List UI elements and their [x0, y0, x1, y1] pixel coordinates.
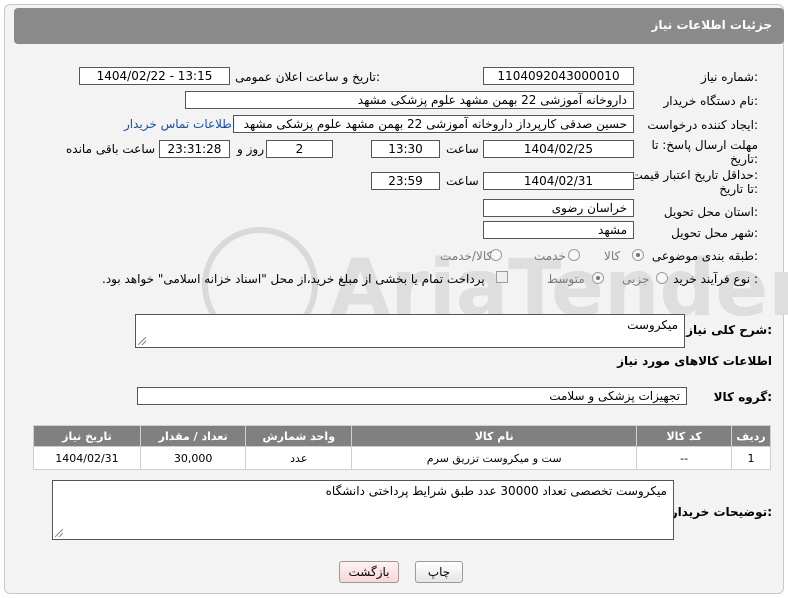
goods-section-title: اطلاعات کالاهای مورد نیاز — [617, 354, 772, 368]
purchase-radio-medium[interactable] — [592, 272, 604, 284]
need-number-label: شماره نیاز: — [700, 70, 758, 84]
cell-row: 1 — [731, 446, 771, 470]
reply-deadline-label-2: تاریخ: — [730, 152, 758, 166]
purchase-option-minor: جزیی — [622, 272, 650, 286]
goods-group-label: گروه کالا: — [713, 390, 772, 404]
category-radio-goods[interactable] — [632, 249, 644, 261]
reply-deadline-label: مهلت ارسال پاسخ: تا — [651, 138, 758, 152]
price-time-label: ساعت — [446, 174, 479, 188]
cell-quantity: 30,000 — [139, 446, 247, 470]
cell-name: ست و میکروست تزریق سرم — [351, 446, 638, 470]
table-row: 1 -- ست و میکروست تزریق سرم عدد 30,000 1… — [33, 446, 771, 470]
resize-grip-icon[interactable] — [138, 337, 146, 345]
treasury-bonds-checkbox[interactable] — [496, 271, 508, 283]
creator-label: ایجاد کننده درخواست: — [647, 118, 758, 132]
city-field: مشهد — [483, 221, 634, 239]
buyer-org-field: داروخانه آموزشی 22 بهمن مشهد علوم پزشکی … — [185, 91, 634, 109]
col-code: کد کالا — [636, 425, 733, 447]
price-validity-date: 1404/02/31 — [483, 172, 634, 190]
creator-field: حسین صدقی کارپرداز داروخانه آموزشی 22 به… — [233, 115, 634, 133]
reply-deadline-date: 1404/02/25 — [483, 140, 634, 158]
need-number-field: 1104092043000010 — [483, 67, 634, 85]
category-option-both: کالا/خدمت — [440, 249, 493, 263]
col-unit: واحد شمارش — [245, 425, 353, 447]
province-label: استان محل تحویل: — [663, 205, 758, 219]
purchase-option-medium: متوسط — [547, 272, 585, 286]
buyer-notes-field: میکروست تخصصی تعداد 30000 عدد طبق شرایط … — [52, 480, 674, 540]
buyer-notes-text: میکروست تخصصی تعداد 30000 عدد طبق شرایط … — [325, 484, 667, 498]
category-option-goods: کالا — [604, 249, 621, 263]
back-button[interactable]: بازگشت — [339, 561, 399, 583]
province-field: خراسان رضوی — [483, 199, 634, 217]
purchase-type-label: نوع فرآیند خرید : — [673, 272, 758, 286]
treasury-bonds-note: پرداخت تمام یا بخشی از مبلغ خرید،از محل … — [102, 272, 485, 286]
price-validity-label: حداقل تاریخ اعتبار قیمت: — [631, 168, 758, 182]
resize-grip-icon[interactable] — [55, 529, 63, 537]
goods-group-field: تجهیزات پزشکی و سلامت — [137, 387, 687, 405]
cell-unit: عدد — [245, 446, 353, 470]
price-validity-time: 23:59 — [371, 172, 440, 190]
category-radio-service[interactable] — [568, 249, 580, 261]
cell-code: -- — [636, 446, 733, 470]
buyer-org-label: نام دستگاه خریدار: — [663, 94, 759, 108]
announce-datetime-field: 1404/02/22 - 13:15 — [79, 67, 230, 85]
price-validity-label-2: تا تاریخ: — [719, 182, 758, 196]
remaining-time-field: 23:31:28 — [159, 140, 230, 158]
reply-time-label: ساعت — [446, 142, 479, 156]
description-label: شرح کلی نیاز: — [686, 323, 772, 337]
description-field: میکروست — [135, 314, 685, 348]
buyer-notes-label: توضیحات خریدار: — [670, 505, 772, 519]
purchase-radio-minor[interactable] — [656, 272, 668, 284]
cell-date: 1404/02/31 — [33, 446, 141, 470]
page-title: جزئیات اطلاعات نیاز — [651, 18, 772, 32]
col-date: تاریخ نیاز — [33, 425, 141, 447]
col-row: ردیف — [731, 425, 771, 447]
reply-days-label: روز و — [237, 142, 264, 156]
table-header-row: ردیف کد کالا نام کالا واحد شمارش تعداد /… — [33, 425, 771, 447]
reply-days-field: 2 — [266, 140, 333, 158]
col-quantity: تعداد / مقدار — [139, 425, 247, 447]
category-option-service: خدمت — [534, 249, 566, 263]
remaining-time-label: ساعت باقی مانده — [66, 142, 156, 156]
page-header: جزئیات اطلاعات نیاز — [14, 8, 784, 44]
col-name: نام کالا — [351, 425, 638, 447]
announce-datetime-label: تاریخ و ساعت اعلان عمومی: — [235, 70, 380, 84]
print-button[interactable]: چاپ — [415, 561, 463, 583]
description-text: میکروست — [627, 318, 678, 332]
category-label: طبقه بندی موضوعی: — [651, 249, 758, 263]
reply-deadline-time: 13:30 — [371, 140, 440, 158]
buyer-contact-link[interactable]: اطلاعات تماس خریدار — [124, 117, 235, 131]
goods-table: ردیف کد کالا نام کالا واحد شمارش تعداد /… — [33, 425, 771, 470]
city-label: شهر محل تحویل: — [671, 226, 758, 240]
